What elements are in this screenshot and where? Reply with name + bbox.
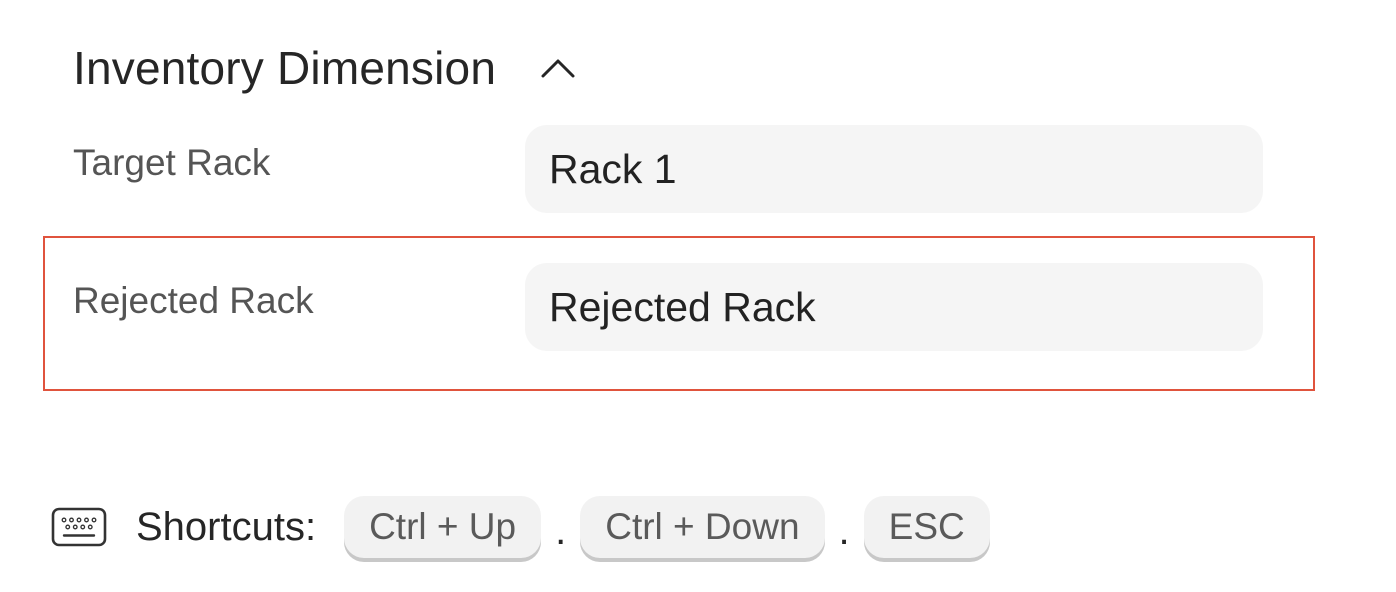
shortcut-key-ctrl-up: Ctrl + Up xyxy=(344,496,542,558)
shortcuts-label: Shortcuts: xyxy=(136,504,317,549)
target-rack-row: Target Rack xyxy=(73,125,1263,213)
chevron-up-icon[interactable] xyxy=(538,48,578,88)
rejected-rack-row: Rejected Rack xyxy=(73,263,1263,351)
inventory-dimension-section-header[interactable]: Inventory Dimension xyxy=(73,36,578,100)
rejected-rack-input[interactable] xyxy=(525,263,1263,351)
shortcuts-bar: Shortcuts: Ctrl + Up . Ctrl + Down . ESC xyxy=(50,492,990,562)
shortcut-separator: . xyxy=(555,508,567,553)
target-rack-input[interactable] xyxy=(525,125,1263,213)
section-title: Inventory Dimension xyxy=(73,42,497,94)
keyboard-icon xyxy=(50,506,108,548)
shortcut-separator: . xyxy=(838,508,850,553)
target-rack-label: Target Rack xyxy=(73,142,271,183)
shortcut-key-ctrl-down: Ctrl + Down xyxy=(580,496,825,558)
rejected-rack-label: Rejected Rack xyxy=(73,280,314,321)
page: Inventory Dimension Target Rack Rejected… xyxy=(0,0,1396,592)
shortcut-key-esc: ESC xyxy=(863,496,990,558)
